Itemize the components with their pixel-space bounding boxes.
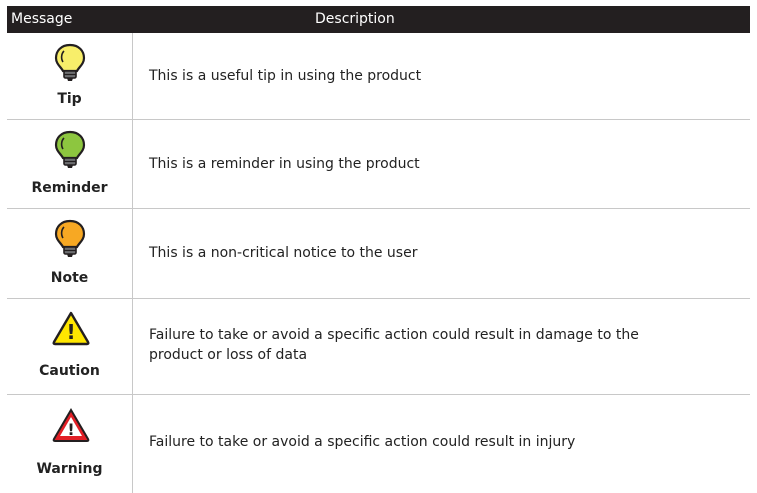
lightbulb-orange-icon	[53, 219, 87, 259]
warning-triangle-icon: !	[51, 407, 91, 443]
label-note: Note	[50, 270, 89, 286]
description-caution: Failure to take or avoid a specific acti…	[149, 327, 639, 363]
table-row-reminder: Reminder This is a reminder in using the…	[7, 120, 750, 209]
label-reminder: Reminder	[31, 180, 108, 196]
table-row-note: Note This is a non-critical notice to th…	[7, 209, 750, 299]
warning-symbol: !	[67, 420, 74, 439]
header-message: Message	[11, 11, 73, 27]
lightbulb-green-icon	[53, 130, 87, 170]
label-tip: Tip	[57, 91, 82, 107]
table-row-tip: Tip This is a useful tip in using the pr…	[7, 33, 750, 120]
table-header: Message Description	[7, 6, 750, 33]
description-warning: Failure to take or avoid a specific acti…	[149, 434, 576, 450]
caution-symbol: !	[66, 320, 75, 344]
lightbulb-yellow-icon	[53, 43, 87, 83]
message-legend-table: Message Description Tip This is a useful…	[7, 6, 750, 493]
table-row-caution: ! Caution Failure to take or avoid a spe…	[7, 299, 750, 395]
header-description: Description	[315, 11, 395, 27]
description-reminder: This is a reminder in using the product	[149, 156, 420, 172]
caution-triangle-icon: !	[51, 310, 91, 346]
label-warning: Warning	[36, 461, 103, 477]
label-caution: Caution	[39, 363, 100, 379]
table-row-warning: ! Warning Failure to take or avoid a spe…	[7, 395, 750, 493]
description-tip: This is a useful tip in using the produc…	[149, 68, 422, 84]
description-note: This is a non-critical notice to the use…	[149, 245, 418, 261]
